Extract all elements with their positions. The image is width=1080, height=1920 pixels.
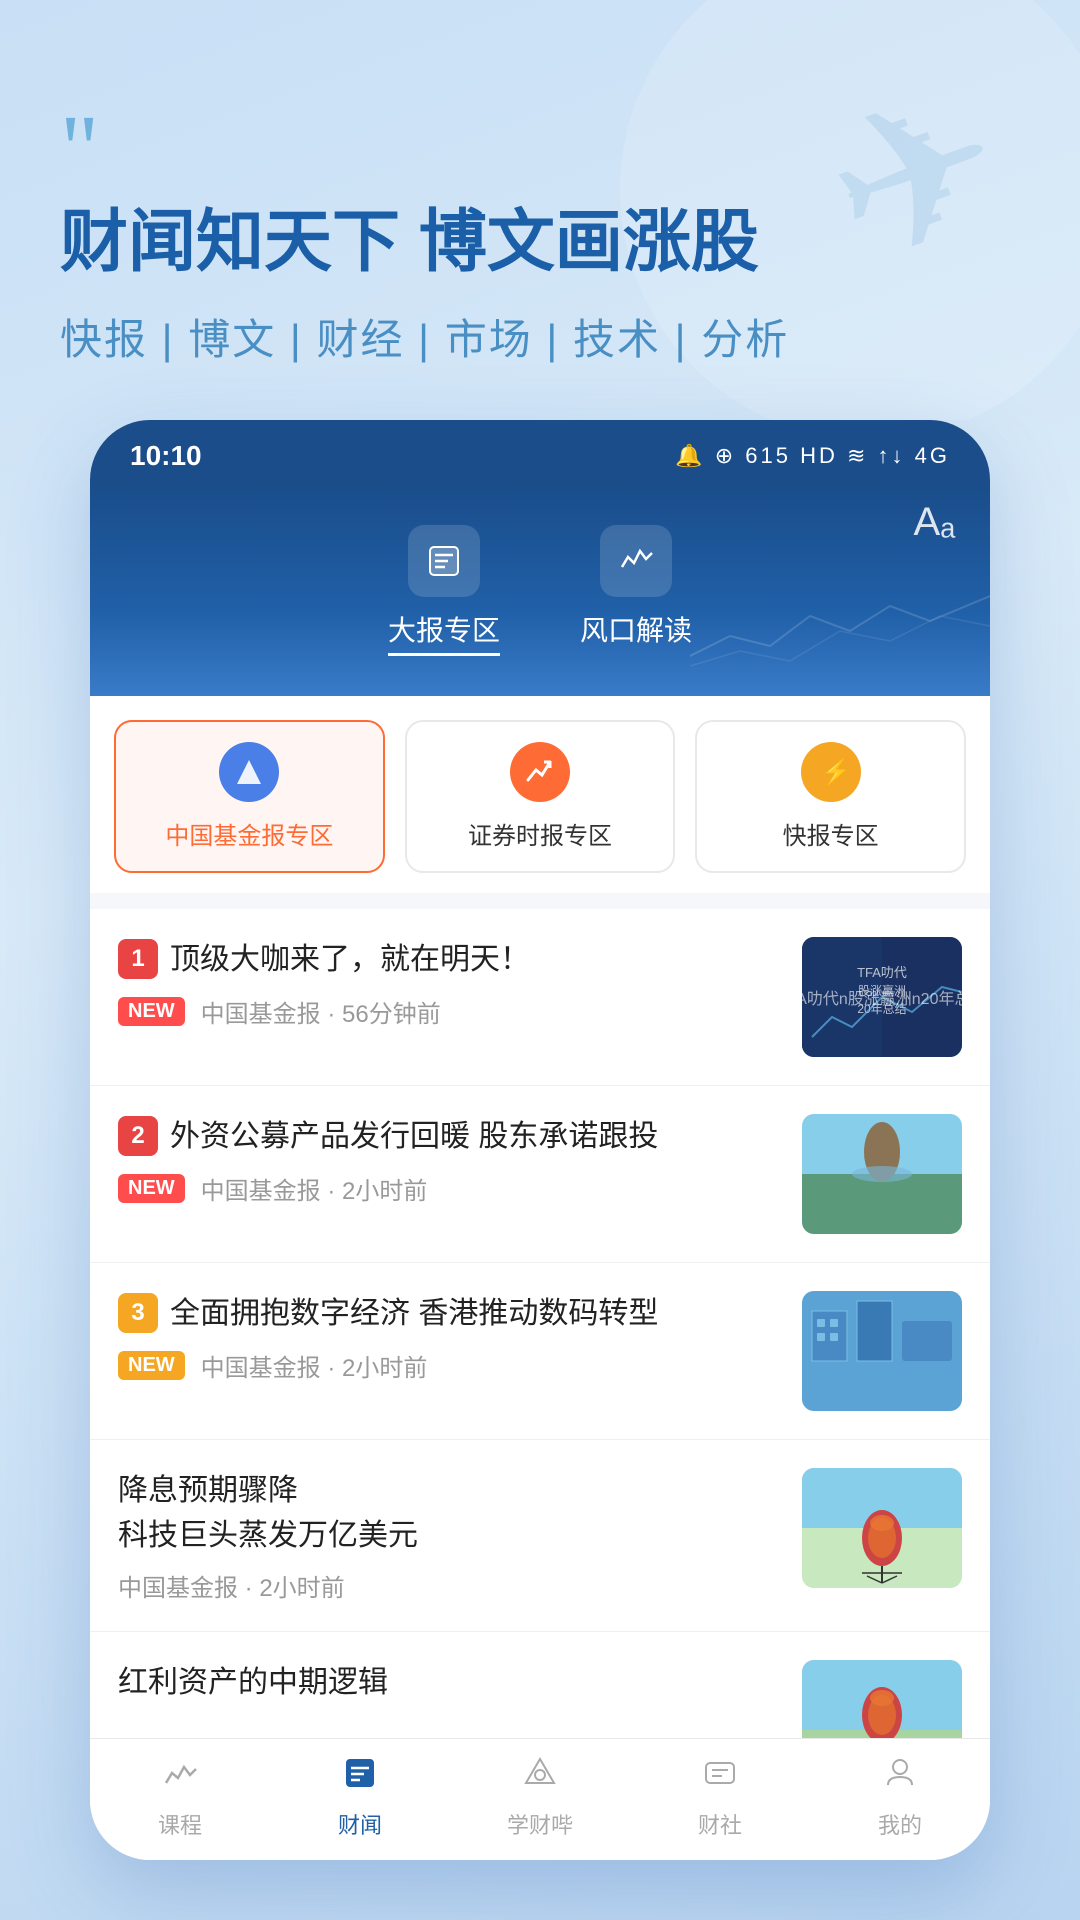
- news-source-3: 中国基金报 · 2小时前: [201, 1348, 428, 1383]
- news-content-1: 1 顶级大咖来了，就在明天！ NEW 中国基金报 · 56分钟前: [118, 937, 782, 1029]
- status-time: 10:10: [130, 440, 202, 472]
- news-content-3: 3 全面拥抱数字经济 香港推动数码转型 NEW 中国基金报 · 2小时前: [118, 1291, 782, 1383]
- category-jijin[interactable]: 中国基金报专区: [114, 720, 385, 873]
- app-header: Aₐ 大报专区: [90, 485, 990, 696]
- app-tagline: 财闻知天下 博文画涨股: [60, 198, 1020, 286]
- category-jijin-label: 中国基金报专区: [165, 816, 333, 851]
- news-thumb-2: [802, 1114, 962, 1234]
- news-rank-3: 3: [118, 1293, 158, 1333]
- status-icons: 🔔 ⊕ 615 HD ≋ ↑↓ 4G: [675, 443, 950, 469]
- nav-caijie-label: 财社: [698, 1808, 742, 1840]
- category-zhengquan-icon: [510, 742, 570, 802]
- nav-caijie-icon: [702, 1755, 738, 1800]
- news-thumb-1: TFA叻代 股涨赢洲 20年总结: [802, 937, 962, 1057]
- news-title-4: 降息预期骤降科技巨头蒸发万亿美元: [118, 1468, 782, 1558]
- nav-mine-label: 我的: [878, 1808, 922, 1840]
- news-item-2[interactable]: 2 外资公募产品发行回暖 股东承诺跟投 NEW 中国基金报 · 2小时前: [90, 1086, 990, 1263]
- nav-item-caijie[interactable]: 财社: [630, 1755, 810, 1840]
- nav-caijian-icon: [342, 1755, 378, 1800]
- news-meta-3: NEW 中国基金报 · 2小时前: [118, 1348, 782, 1383]
- svg-text:⚡: ⚡: [821, 758, 847, 786]
- bottom-nav: 课程 财闻: [90, 1738, 990, 1860]
- news-title-2: 外资公募产品发行回暖 股东承诺跟投: [170, 1114, 658, 1159]
- news-badge-3: NEW: [118, 1351, 185, 1380]
- category-kuaibao-label: 快报专区: [783, 816, 879, 851]
- news-meta-4: 中国基金报 · 2小时前: [118, 1568, 782, 1603]
- tab-fengkou-label: 风口解读: [580, 609, 692, 649]
- chart-decoration: [690, 576, 990, 696]
- news-source-2: 中国基金报 · 2小时前: [201, 1171, 428, 1206]
- nav-xuecaibi-icon: [522, 1755, 558, 1800]
- nav-caijian-label: 财闻: [338, 1808, 382, 1840]
- news-content-4: 降息预期骤降科技巨头蒸发万亿美元 中国基金报 · 2小时前: [118, 1468, 782, 1603]
- news-source-1: 中国基金报 · 56分钟前: [201, 994, 441, 1029]
- nav-item-caijian[interactable]: 财闻: [270, 1755, 450, 1840]
- news-title-5: 红利资产的中期逻辑: [118, 1660, 782, 1705]
- news-content-2: 2 外资公募产品发行回暖 股东承诺跟投 NEW 中国基金报 · 2小时前: [118, 1114, 782, 1206]
- news-title-1: 顶级大咖来了，就在明天！: [170, 937, 530, 982]
- news-rank-2: 2: [118, 1116, 158, 1156]
- app-header-area: " 财闻知天下 博文画涨股 快报 | 博文 | 财经 | 市场 | 技术 | 分…: [60, 120, 1020, 367]
- category-jijin-icon: [219, 742, 279, 802]
- nav-item-mine[interactable]: 我的: [810, 1755, 990, 1840]
- tab-daibao-icon: [408, 525, 480, 597]
- nav-kecheng-label: 课程: [158, 1808, 202, 1840]
- category-kuaibao[interactable]: ⚡ 快报专区: [695, 720, 966, 873]
- tab-fengkou[interactable]: 风口解读: [580, 525, 692, 656]
- news-item-1[interactable]: 1 顶级大咖来了，就在明天！ NEW 中国基金报 · 56分钟前 TFA叻代: [90, 909, 990, 1086]
- nav-kecheng-icon: [162, 1755, 198, 1800]
- tab-daibao-label: 大报专区: [388, 609, 500, 656]
- news-thumb-3: [802, 1291, 962, 1411]
- news-badge-2: NEW: [118, 1174, 185, 1203]
- category-zhengquan-label: 证券时报专区: [468, 816, 612, 851]
- tab-daibao[interactable]: 大报专区: [388, 525, 500, 656]
- phone-mockup: 10:10 🔔 ⊕ 615 HD ≋ ↑↓ 4G Aₐ 大报专区: [90, 420, 990, 1860]
- svg-text:TFA叻代: TFA叻代: [857, 965, 907, 980]
- category-bar: 中国基金报专区 证券时报专区 ⚡: [90, 696, 990, 893]
- news-title-row-3: 3 全面拥抱数字经济 香港推动数码转型: [118, 1291, 782, 1336]
- content-area: 中国基金报专区 证券时报专区 ⚡: [90, 696, 990, 1738]
- category-kuaibao-icon: ⚡: [801, 742, 861, 802]
- news-title-row-2: 2 外资公募产品发行回暖 股东承诺跟投: [118, 1114, 782, 1159]
- news-title-3: 全面拥抱数字经济 香港推动数码转型: [170, 1291, 658, 1336]
- nav-item-xuecaibi[interactable]: 学财哔: [450, 1755, 630, 1840]
- news-item-4[interactable]: 降息预期骤降科技巨头蒸发万亿美元 中国基金报 · 2小时前: [90, 1440, 990, 1632]
- news-thumb-4: [802, 1468, 962, 1588]
- news-thumb-5: [802, 1660, 962, 1738]
- news-content-5: 红利资产的中期逻辑: [118, 1660, 782, 1705]
- font-size-icon[interactable]: Aₐ: [913, 500, 955, 545]
- news-title-row-1: 1 顶级大咖来了，就在明天！: [118, 937, 782, 982]
- news-source-4: 中国基金报 · 2小时前: [118, 1568, 345, 1603]
- news-rank-1: 1: [118, 939, 158, 979]
- svg-text:股涨赢洲: 股涨赢洲: [858, 983, 906, 998]
- category-zhengquan[interactable]: 证券时报专区: [405, 720, 676, 873]
- news-badge-1: NEW: [118, 997, 185, 1026]
- nav-item-kecheng[interactable]: 课程: [90, 1755, 270, 1840]
- news-meta-1: NEW 中国基金报 · 56分钟前: [118, 994, 782, 1029]
- news-meta-2: NEW 中国基金报 · 2小时前: [118, 1171, 782, 1206]
- news-list: 1 顶级大咖来了，就在明天！ NEW 中国基金报 · 56分钟前 TFA叻代: [90, 909, 990, 1738]
- phone-inner: 10:10 🔔 ⊕ 615 HD ≋ ↑↓ 4G Aₐ 大报专区: [90, 420, 990, 1860]
- news-item-3[interactable]: 3 全面拥抱数字经济 香港推动数码转型 NEW 中国基金报 · 2小时前: [90, 1263, 990, 1440]
- tab-fengkou-icon: [600, 525, 672, 597]
- quote-mark-icon: ": [60, 120, 1020, 178]
- app-categories: 快报 | 博文 | 财经 | 市场 | 技术 | 分析: [60, 306, 1020, 367]
- news-item-5[interactable]: 红利资产的中期逻辑: [90, 1632, 990, 1738]
- nav-xuecaibi-label: 学财哔: [507, 1808, 573, 1840]
- nav-mine-icon: [882, 1755, 918, 1800]
- status-bar: 10:10 🔔 ⊕ 615 HD ≋ ↑↓ 4G: [90, 420, 990, 485]
